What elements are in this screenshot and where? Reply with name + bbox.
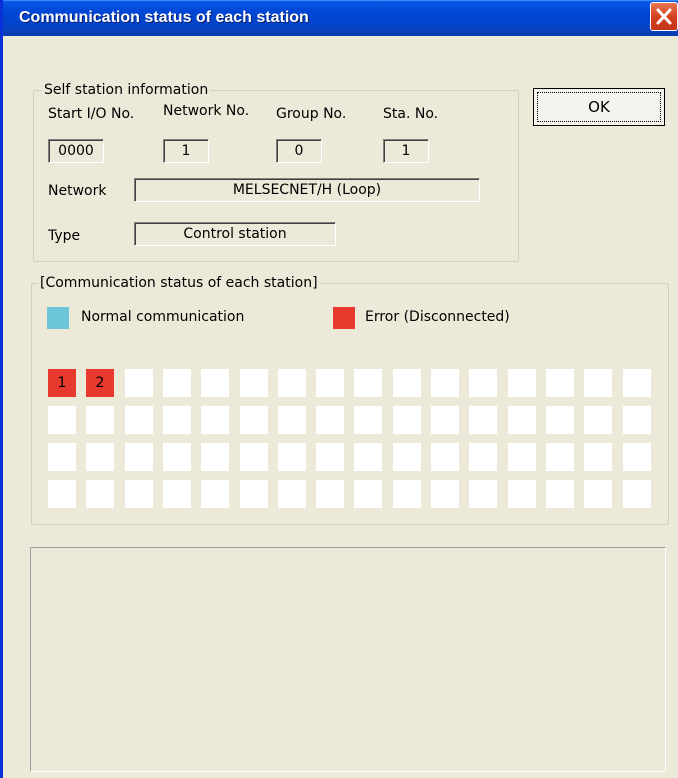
station-cell [508, 369, 536, 397]
station-cell [201, 369, 229, 397]
normal-swatch [47, 307, 69, 329]
station-cell [354, 406, 382, 434]
station-cell [316, 369, 344, 397]
title-bar[interactable]: Communication status of each station [3, 0, 678, 36]
station-cell [125, 480, 153, 508]
station-cell [201, 406, 229, 434]
station-cell [163, 406, 191, 434]
station-cell [508, 406, 536, 434]
station-cell [48, 443, 76, 471]
start-io-field: 0000 [48, 139, 104, 163]
normal-legend-label: Normal communication [81, 309, 245, 325]
station-cell [354, 480, 382, 508]
network-no-field: 1 [163, 139, 209, 163]
station-cell [316, 406, 344, 434]
station-cell [278, 369, 306, 397]
station-cell [546, 406, 574, 434]
station-cell [125, 406, 153, 434]
station-cell [393, 443, 421, 471]
station-cell [278, 406, 306, 434]
close-icon [656, 8, 672, 25]
network-field: MELSECNET/H (Loop) [134, 178, 480, 202]
station-cell [623, 443, 651, 471]
error-swatch [333, 307, 355, 329]
station-cell [623, 480, 651, 508]
station-cell [86, 480, 114, 508]
type-field: Control station [134, 222, 336, 246]
station-cell [316, 443, 344, 471]
dialog-window: Communication status of each station Sel… [0, 0, 678, 778]
comm-status-legend: [Communication status of each station] [38, 275, 320, 291]
close-button[interactable] [650, 2, 678, 31]
station-cell [431, 406, 459, 434]
window-title: Communication status of each station [19, 9, 309, 26]
station-cell [393, 369, 421, 397]
station-cell [163, 443, 191, 471]
station-cell [469, 369, 497, 397]
group-no-field: 0 [276, 139, 322, 163]
station-cell [354, 443, 382, 471]
station-cell [240, 443, 268, 471]
station-cell [469, 406, 497, 434]
station-cell [393, 406, 421, 434]
station-cell [431, 443, 459, 471]
station-cell [163, 369, 191, 397]
station-cell [508, 480, 536, 508]
station-cell [469, 480, 497, 508]
station-cell [86, 406, 114, 434]
station-cell [623, 406, 651, 434]
station-cell [508, 443, 536, 471]
station-cell [278, 443, 306, 471]
start-io-label: Start I/O No. [48, 106, 135, 122]
station-cell [240, 369, 268, 397]
sta-no-field: 1 [383, 139, 429, 163]
station-cell [546, 443, 574, 471]
sta-no-label: Sta. No. [383, 106, 439, 122]
station-cell [316, 480, 344, 508]
network-no-label: Network No. [163, 103, 250, 119]
station-cell [584, 369, 612, 397]
station-cell [201, 480, 229, 508]
station-cell [48, 480, 76, 508]
station-cell [584, 406, 612, 434]
network-label: Network [48, 183, 107, 199]
station-cell [86, 443, 114, 471]
station-cell: 1 [48, 369, 76, 397]
station-cell [584, 480, 612, 508]
station-cell [354, 369, 382, 397]
station-cell [623, 369, 651, 397]
station-cell: 2 [86, 369, 114, 397]
station-cell [278, 480, 306, 508]
ok-button[interactable]: OK [533, 88, 665, 126]
station-cell [584, 443, 612, 471]
type-label: Type [48, 228, 81, 244]
station-cell [201, 443, 229, 471]
station-cell [546, 369, 574, 397]
station-cell [125, 443, 153, 471]
station-cell [431, 480, 459, 508]
self-station-legend: Self station information [42, 82, 211, 98]
group-no-label: Group No. [276, 106, 347, 122]
station-cell [546, 480, 574, 508]
station-cell [393, 480, 421, 508]
station-cell [163, 480, 191, 508]
station-cell [431, 369, 459, 397]
station-cell [240, 480, 268, 508]
station-cell [48, 406, 76, 434]
station-cell [240, 406, 268, 434]
info-panel [30, 547, 666, 772]
error-legend-label: Error (Disconnected) [365, 309, 510, 325]
station-cell [469, 443, 497, 471]
station-cell [125, 369, 153, 397]
